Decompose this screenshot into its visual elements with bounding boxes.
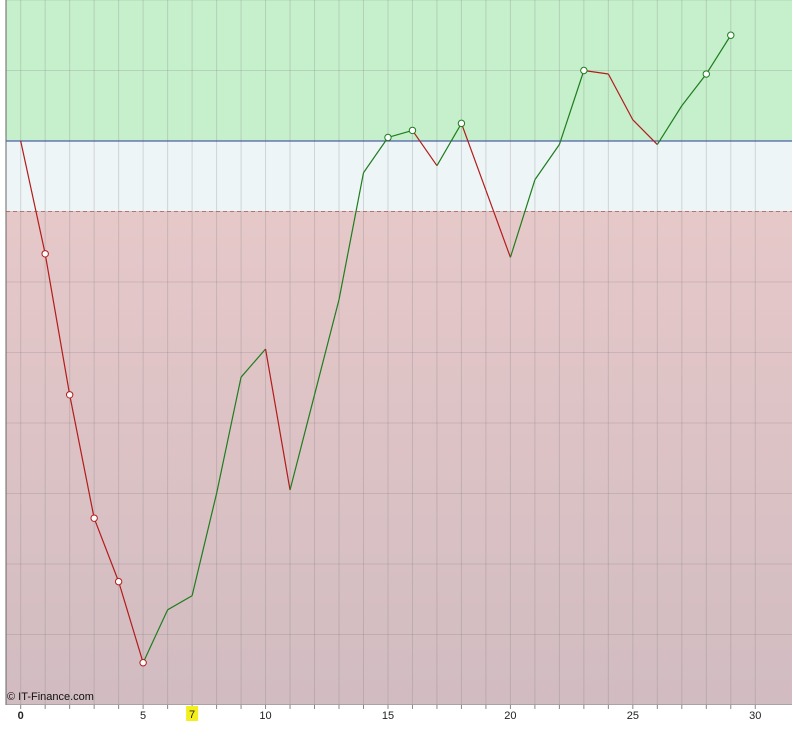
x-tick-label: 30 — [749, 710, 761, 722]
chart-svg: 7 0 5 10 15 20 25 30 — [5, 0, 792, 737]
zone-lower — [6, 211, 792, 705]
data-point — [408, 126, 417, 135]
data-point — [65, 391, 74, 399]
data-point — [114, 577, 123, 586]
highlighted-tick-label: 7 — [189, 709, 195, 721]
x-tick-label: 5 — [140, 710, 146, 722]
x-tick-label: 10 — [259, 710, 271, 722]
zone-middle — [6, 141, 792, 212]
data-point — [384, 133, 392, 142]
data-point — [41, 250, 49, 258]
data-point — [139, 659, 147, 667]
data-point — [727, 31, 735, 39]
data-point — [90, 514, 98, 522]
chart-container: 7 0 5 10 15 20 25 30 © IT-Finance.com — [0, 0, 793, 737]
x-tick-label: 20 — [504, 710, 516, 722]
x-tick-label: 0 — [18, 710, 24, 722]
data-point — [457, 119, 466, 128]
data-point — [702, 70, 710, 78]
data-point — [580, 66, 588, 75]
x-tick-label: 25 — [627, 710, 639, 722]
x-axis-strip — [6, 705, 792, 737]
x-tick-label: 15 — [382, 710, 394, 722]
